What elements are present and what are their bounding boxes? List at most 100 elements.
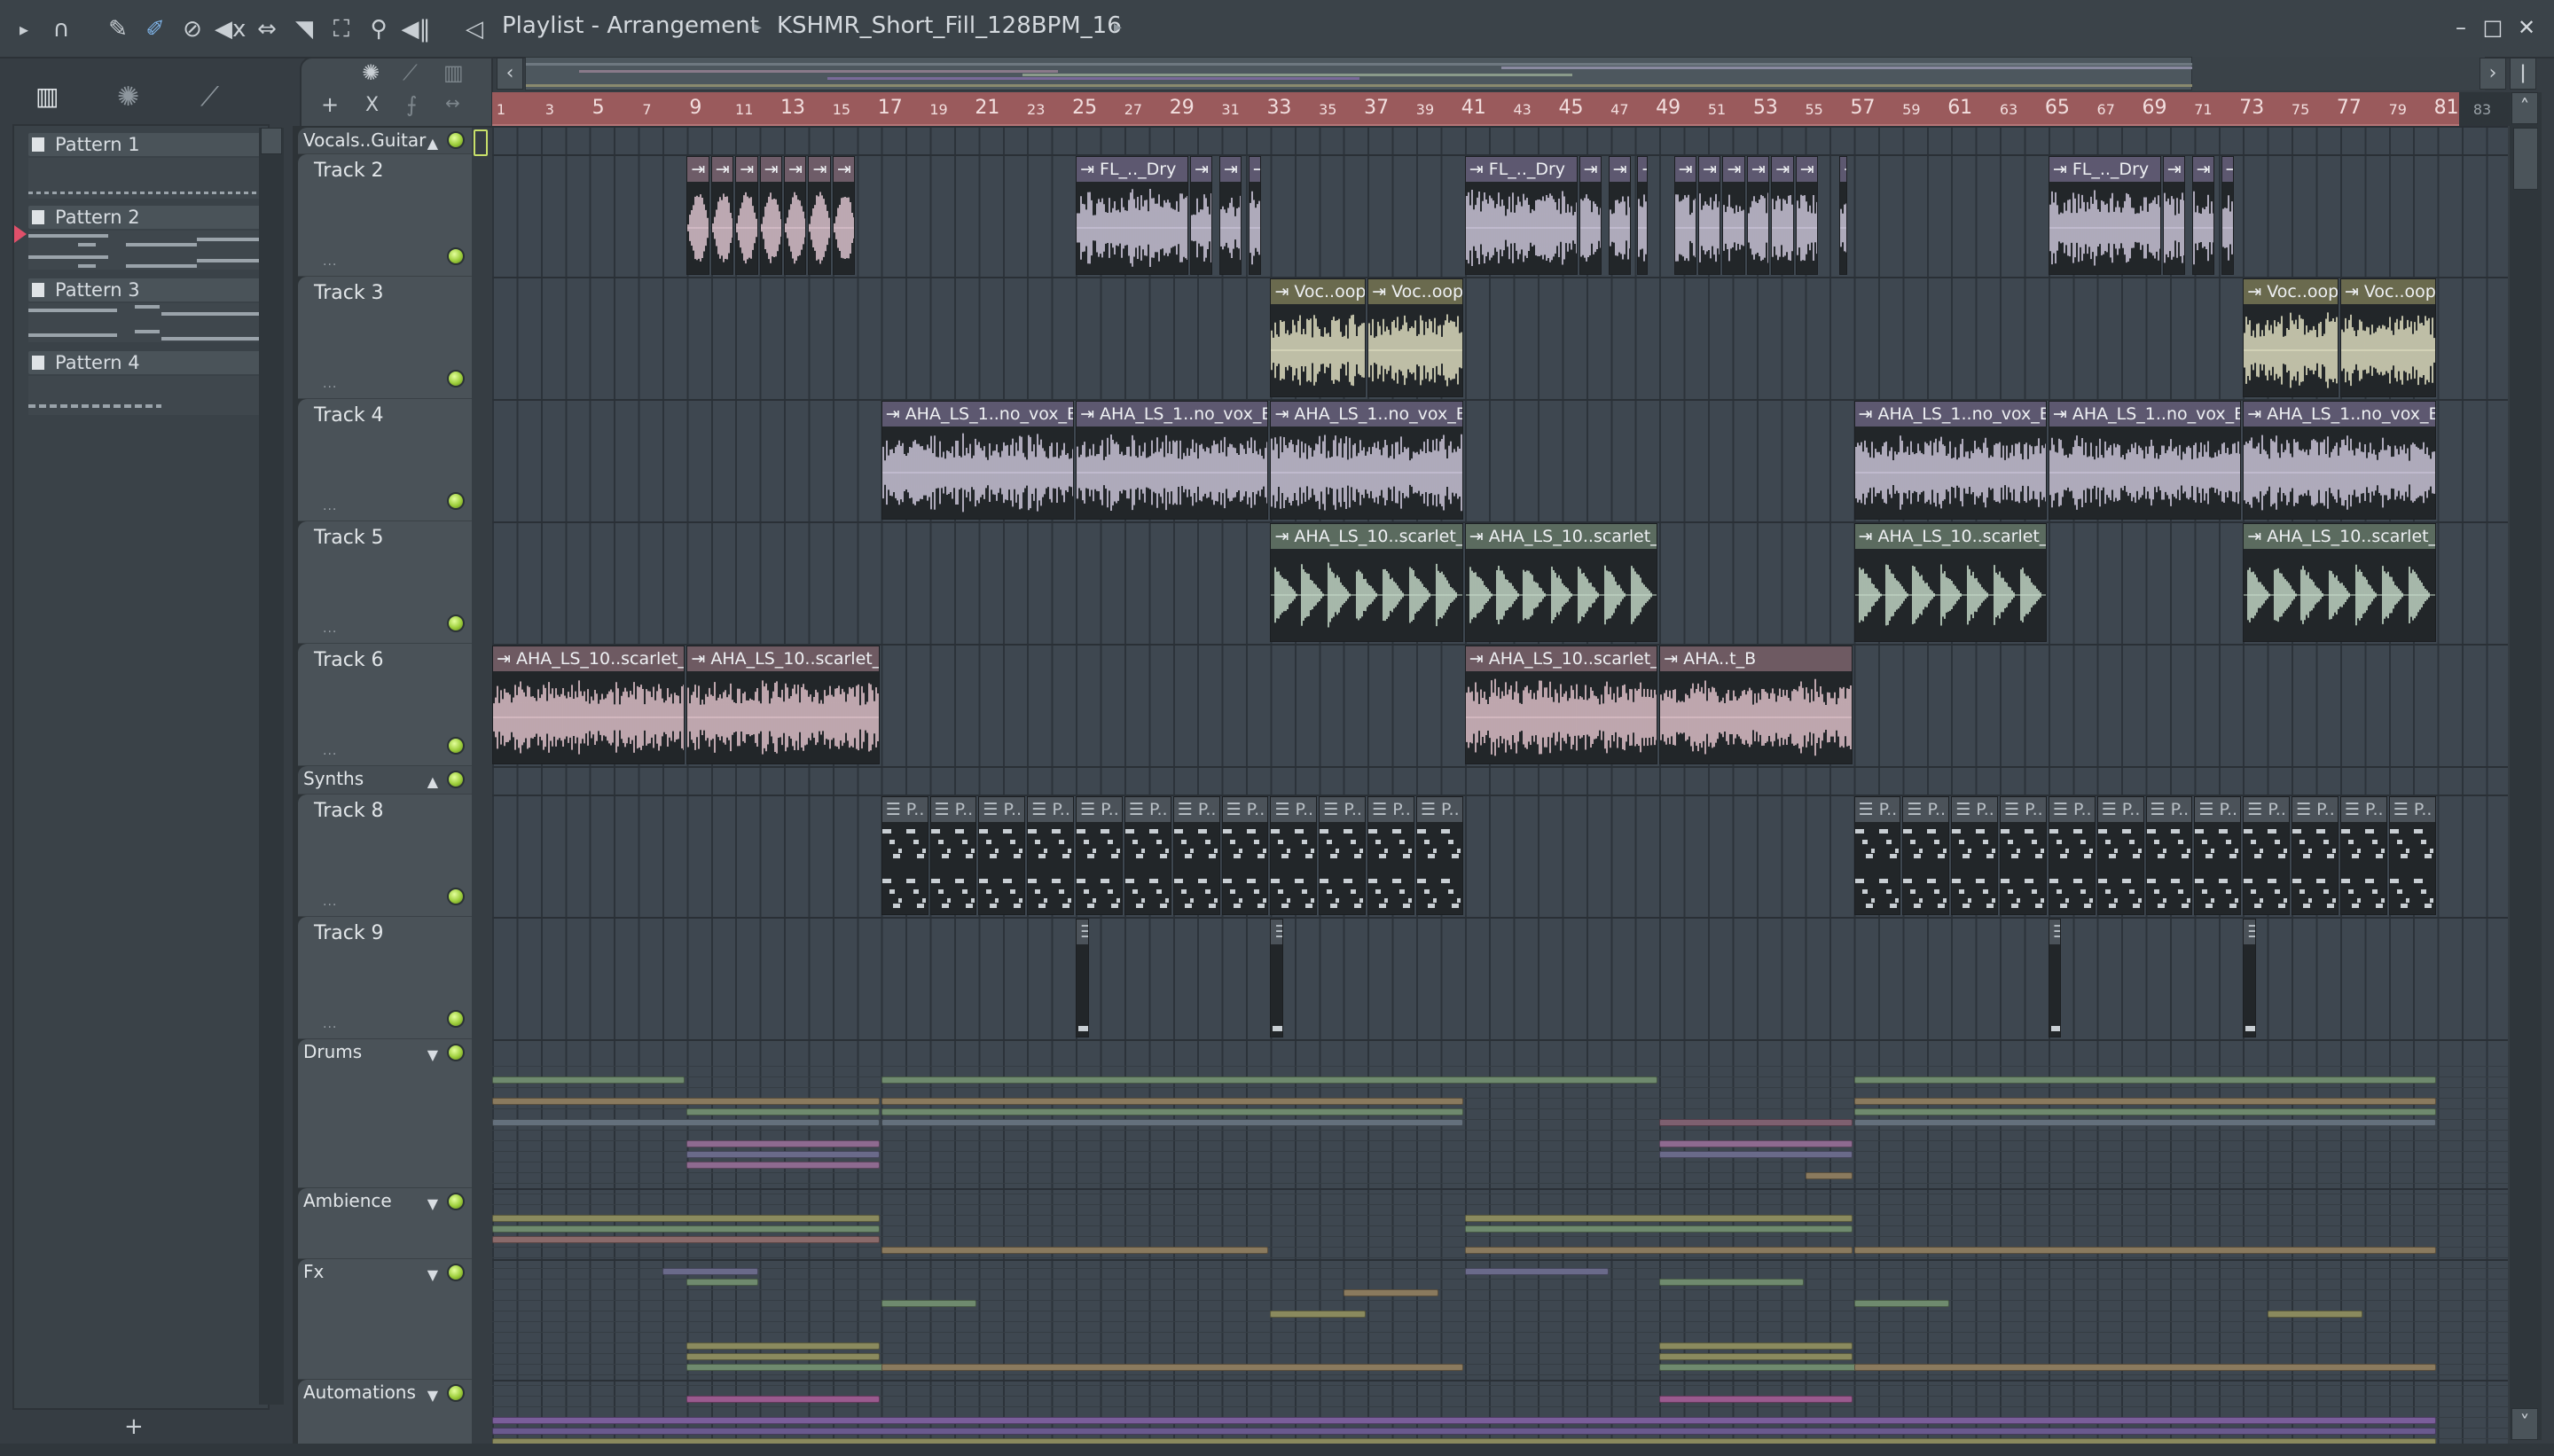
picker-scrollbar[interactable] [259,128,284,1405]
pattern-clip[interactable]: ☰ P.. [881,796,928,915]
audio-clip[interactable]: ⇥ [2191,156,2215,275]
clip-header[interactable]: ☰ P.. [1173,797,1219,822]
track-options[interactable]: ... [323,895,337,909]
pattern-clip[interactable]: ☰ P.. [1367,796,1414,915]
pattern-clip[interactable]: ☰ P.. [1172,796,1220,915]
pattern-clip[interactable]: ☰ P.. [1902,796,1950,915]
clip-header[interactable]: ☰ P.. [1952,797,1998,822]
audio-clip[interactable]: ⇥ AHA_LS_10..scarlet_B [1270,523,1463,642]
pattern-clip[interactable]: ☰ P.. [978,796,1026,915]
collapsed-clip[interactable] [686,1279,758,1286]
clip-header[interactable]: ⇥ AHA_LS_10..scarlet_B [2244,524,2435,549]
clip-header[interactable]: ⇥ [1249,157,1261,182]
pattern-clip[interactable]: ☰ P.. [1076,796,1123,915]
pattern-clip[interactable]: ☰ P.. [1951,796,1999,915]
audio-clip[interactable]: ⇥ [1579,156,1602,275]
collapsed-clip[interactable] [1659,1140,1853,1147]
select-icon[interactable]: ⛶ [326,14,356,44]
expand-down-icon[interactable]: ▼ [427,1266,438,1283]
clip-header[interactable]: ⇥ Voc..oop [1271,279,1366,304]
group-mute-led[interactable] [447,1193,465,1210]
delete-icon[interactable]: ⊘ [177,14,208,44]
pattern-clip[interactable]: ☰ P.. [1415,796,1463,915]
audio-clip[interactable]: ⇥ Voc..oop [2339,278,2436,397]
clip-header[interactable]: ⇥ AHA_LS_10..scarlet_B [1854,524,2046,549]
clip-header[interactable]: ☰ P.. [1416,797,1462,822]
track-options[interactable]: ... [323,1017,337,1031]
collapsed-clip[interactable] [686,1108,880,1115]
clip-header[interactable]: ☰ [2049,920,2061,944]
cut-button[interactable]: X [365,94,379,116]
clip-header[interactable]: ⇥ FL_.._Dry [1077,157,1187,182]
clip-header[interactable]: ⇥ [1638,157,1648,182]
clip-header[interactable]: ⇥ AHA_LS_1..no_vox_B [1271,402,1462,427]
clip-header[interactable]: ⇥ [687,157,709,182]
clip-header[interactable]: ⇥ [2221,157,2233,182]
audio-clip[interactable]: ⇥ [1795,156,1819,275]
clip-header[interactable]: ⇥ [1219,157,1242,182]
pattern-clip[interactable]: ☰ P.. [2388,796,2436,915]
track-header-6[interactable]: Track 6... [298,644,472,766]
collapse-up-icon[interactable]: ▲ [427,773,438,790]
expand-down-icon[interactable]: ▼ [427,1195,438,1212]
clip-header[interactable]: ☰ P.. [2097,797,2143,822]
collapsed-clip[interactable] [1659,1342,1853,1350]
zoom-icon[interactable]: ⚲ [364,14,394,44]
group-mute-led[interactable] [447,1044,465,1061]
clip-header[interactable]: ☰ P.. [2049,797,2095,822]
pattern-clip[interactable]: ☰ [1270,919,1283,1037]
collapsed-clip[interactable] [686,1342,880,1350]
clip-header[interactable]: ⇥ [736,157,757,182]
breadcrumb-playlist[interactable]: Playlist - Arrangement [502,12,759,39]
scroll-left-button[interactable]: ‹ [497,58,523,90]
group-mute-led[interactable] [447,1384,465,1402]
collapsed-clip[interactable] [1464,1215,1853,1222]
collapsed-clip[interactable] [1659,1353,1853,1360]
clip-header[interactable]: ⇥ [1723,157,1744,182]
pattern-clip[interactable]: ☰ P.. [2339,796,2387,915]
clip-header[interactable]: ⇥ Voc..oop [2340,279,2435,304]
clip-header[interactable]: ⇥ AHA_LS_10..scarlet_B [1465,524,1657,549]
collapsed-clip[interactable] [881,1076,1658,1084]
clip-header[interactable]: ☰ P.. [881,797,928,822]
track-header-4[interactable]: Track 4... [298,399,472,521]
collapsed-clip[interactable] [881,1364,1463,1371]
audio-clip[interactable]: ⇥ [832,156,856,275]
clip-header[interactable]: ☰ P.. [1222,797,1268,822]
paint-brush-icon[interactable]: ✐ [140,14,170,44]
breadcrumb-pattern[interactable]: KSHMR_Short_Fill_128BPM_16 [777,12,1122,39]
clip-header[interactable]: ⇥ Voc..oop [2244,279,2338,304]
clip-header[interactable]: ⇥ [809,157,830,182]
track-options[interactable]: ... [323,744,337,758]
track-options[interactable]: ... [323,377,337,391]
collapsed-clip[interactable] [881,1119,1463,1126]
collapsed-clip[interactable] [492,1225,880,1233]
group-mute-led[interactable] [447,771,465,788]
pattern-clip[interactable]: ☰ [2243,919,2256,1037]
group-header-ambience[interactable]: Ambience ▼ [298,1188,472,1259]
mute-icon[interactable]: ◀x [215,14,246,44]
clip-header[interactable]: ⇥ AHA_LS_10..scarlet_B [687,646,879,671]
breadcrumb-menu-arrow-icon[interactable]: ▸ [1114,18,1122,36]
play-arrow-icon[interactable]: ▸ [9,14,39,44]
audio-clip[interactable]: ⇥ AHA_LS_1..no_vox_B [1853,401,2047,520]
collapsed-clip[interactable] [1464,1268,1610,1275]
clip-header[interactable]: ⇥ AHA_LS_1..no_vox_B [2049,402,2241,427]
collapsed-clip[interactable] [1659,1119,1853,1126]
collapsed-clip[interactable] [1853,1108,2436,1115]
audio-clip[interactable]: ⇥ AHA_LS_10..scarlet_B [492,646,686,764]
audio-clip[interactable]: ⇥ AHA_LS_10..scarlet_B [686,646,880,764]
audio-clip[interactable]: ⇥ [784,156,807,275]
audio-clip-icon[interactable]: ✺ [117,82,139,113]
collapsed-clip[interactable] [1853,1247,2436,1254]
clip-header[interactable]: ☰ P.. [1320,797,1366,822]
pattern-item-4[interactable]: Pattern 4 [28,351,266,374]
track-header-3[interactable]: Track 3... [298,277,472,399]
audio-clip[interactable]: ⇥ AHA..t_B [1659,646,1853,764]
collapsed-clip[interactable] [881,1108,1463,1115]
clip-header[interactable]: ⇥ AHA_LS_10..scarlet_B [493,646,685,671]
collapsed-clip[interactable] [1659,1396,1853,1403]
pattern-filter-icon[interactable]: ▥ [443,60,464,85]
clip-header[interactable]: ☰ P.. [2389,797,2435,822]
clip-header[interactable]: ⇥ AHA_LS_1..no_vox_B [881,402,1074,427]
